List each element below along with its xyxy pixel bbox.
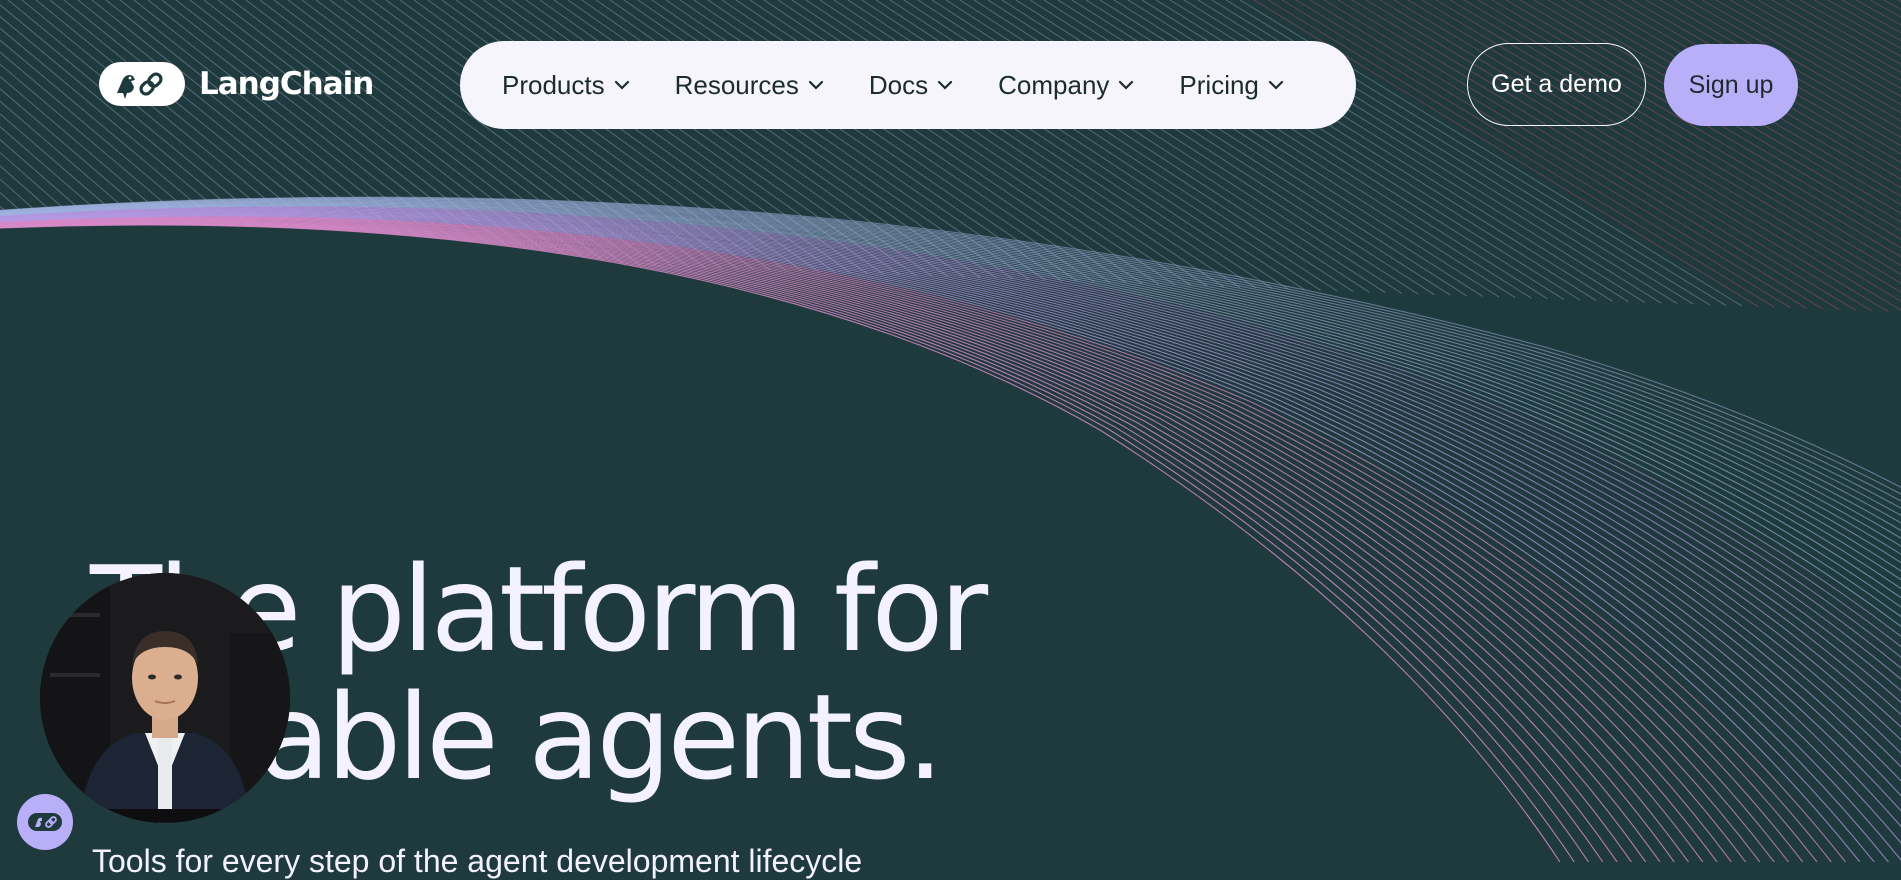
chevron-down-icon [1268, 80, 1284, 90]
nav-item-label: Pricing [1179, 69, 1259, 100]
chevron-down-icon [808, 80, 823, 90]
nav-item-docs[interactable]: Docs [869, 70, 954, 101]
get-a-demo-button[interactable]: Get a demo [1467, 43, 1646, 126]
nav-item-pricing[interactable]: Pricing [1179, 70, 1284, 101]
logo[interactable]: LangChain [99, 62, 374, 106]
nav-item-label: Company [998, 69, 1110, 100]
chevron-down-icon [938, 80, 953, 90]
brand-name: LangChain [199, 66, 374, 102]
nav-item-label: Resources [674, 69, 799, 100]
presenter-illustration [40, 573, 290, 823]
nav-item-label: Docs [868, 69, 929, 100]
main-nav: Products Resources Docs Company Pricing [460, 41, 1356, 129]
langchain-parrot-link-icon [99, 62, 185, 106]
nav-item-products[interactable]: Products [502, 70, 631, 101]
nav-item-resources[interactable]: Resources [675, 70, 825, 101]
chat-launcher-button[interactable] [17, 794, 73, 850]
chevron-down-icon [1119, 80, 1134, 90]
presenter-video-avatar[interactable] [40, 573, 290, 823]
chevron-down-icon [614, 80, 629, 90]
langchain-chat-icon [28, 813, 62, 831]
nav-item-label: Products [502, 69, 605, 100]
sign-up-button[interactable]: Sign up [1664, 44, 1798, 126]
nav-item-company[interactable]: Company [998, 70, 1135, 101]
